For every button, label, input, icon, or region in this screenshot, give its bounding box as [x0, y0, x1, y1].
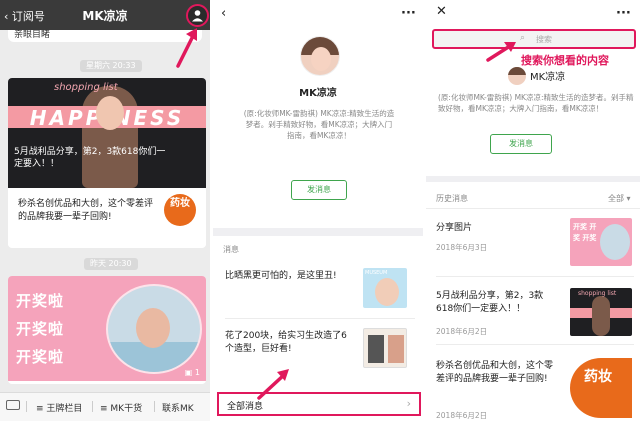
avatar — [300, 36, 340, 76]
chat-title: MK凉凉 — [82, 9, 128, 23]
article-subitem[interactable]: 秒杀名创优品和大创，这个零差评的品牌我要一辈子回购! 药妆 — [8, 190, 206, 246]
menu-bar: ≡ 王牌栏目 ≡ MK干货 联系MK — [0, 392, 210, 421]
history-title: 秒杀名创优品和大创，这个零差评的品牌我要一辈子回购! — [436, 361, 554, 384]
send-message-button[interactable]: 发消息 — [291, 180, 347, 200]
message-title: 花了200块，给实习生改造了6个造型，巨好看! — [225, 331, 347, 354]
search-icon: ⌕ — [520, 33, 526, 43]
more-icon[interactable]: ··· — [616, 6, 631, 21]
search-placeholder: 搜索 — [536, 35, 552, 44]
profile-panel: ‹ ··· MK凉凉 (原:化妆师MK-雷韵祺) MK凉凉:精致生活的造梦者。剁… — [213, 0, 423, 421]
search-input[interactable]: ⌕ 搜索 — [432, 29, 636, 49]
person-icon — [192, 10, 203, 22]
thumb-text: 药妆 — [584, 369, 612, 385]
menu-item-label: 王牌栏目 — [46, 404, 83, 414]
annotation-text: 搜索你想看的内容 — [521, 54, 609, 67]
thumb-text: shopping list — [578, 290, 617, 297]
divider — [26, 401, 27, 412]
cover-face — [96, 96, 124, 130]
cover-line: 开奖啦 — [16, 320, 65, 338]
divider — [92, 401, 93, 412]
photo-child — [136, 308, 170, 348]
thumb-photo — [600, 224, 630, 260]
cover-photo — [106, 284, 202, 374]
cover-line: 开奖啦 — [16, 292, 65, 310]
history-title: 分享图片 — [436, 223, 473, 233]
filter-label: 全部 — [608, 194, 624, 203]
annotation-arrow-icon — [257, 369, 289, 400]
message-thumbnail — [363, 328, 407, 368]
timestamp: 星期六 20:33 — [80, 60, 142, 72]
menu-item-mk-ganhuo[interactable]: ≡ MK干货 — [100, 401, 142, 414]
divider — [154, 401, 155, 412]
back-chevron-icon[interactable]: ‹ — [221, 6, 226, 21]
chevron-right-icon: › — [406, 397, 411, 410]
article-subitem-thumb: 药妆 — [164, 194, 196, 226]
avatar-hair — [508, 67, 526, 75]
divider — [225, 318, 415, 319]
divider — [213, 228, 423, 236]
history-date: 2018年6月3日 — [436, 243, 488, 252]
divider — [436, 276, 634, 277]
close-icon[interactable]: ✕ — [436, 4, 447, 19]
send-message-button[interactable]: 发消息 — [490, 134, 552, 154]
thumb-text: 开奖 开奖 开奖 — [573, 223, 597, 242]
avatar — [508, 67, 526, 85]
thumb-face — [375, 278, 399, 306]
history-panel: ✕ ··· ⌕ 搜索 搜索你想看的内容 MK凉凉 (原:化妆师MK-雷韵祺) M… — [426, 0, 640, 421]
article-cover[interactable]: HAPPINESS shopping list 5月战利品分享，第2，3款618… — [8, 78, 206, 188]
cover-line: 开奖啦 — [16, 348, 65, 366]
history-thumbnail: shopping list — [570, 288, 632, 336]
history-date: 2018年6月2日 — [436, 411, 488, 420]
chat-panel: ‹ 订阅号 MK凉凉 亲眼目睹 星期六 20:33 HAPPINESS shop… — [0, 0, 210, 421]
account-description: (原:化妆师MK-雷韵祺) MK凉凉:精致生活的造梦者。剁手精致好物，看MK凉凉… — [243, 109, 395, 140]
menu-item-label: 联系MK — [162, 404, 194, 414]
menu-item-wangpai[interactable]: ≡ 王牌栏目 — [36, 401, 82, 414]
divider — [426, 208, 640, 209]
section-label: 消息 — [223, 245, 239, 254]
cover-top-text: shopping list — [54, 82, 118, 93]
account-description: (原:化妆师MK-雷韵祺) MK凉凉:精致生活的造梦者。剁手精致好物，看MK凉凉… — [438, 93, 634, 113]
history-label: 历史消息 — [436, 194, 468, 203]
article-card[interactable]: 开奖啦 开奖啦 开奖啦 ▣ 1 — [8, 276, 206, 384]
annotation-arrow-icon — [176, 28, 197, 68]
image-count: ▣ 1 — [184, 368, 200, 377]
more-icon[interactable]: ··· — [401, 6, 416, 21]
divider — [426, 176, 640, 182]
filter-dropdown[interactable]: 全部 ▾ — [608, 193, 631, 204]
history-title: 5月战利品分享，第2，3款618你们一定要入！！ — [436, 291, 544, 314]
account-name: MK凉凉 — [530, 72, 566, 83]
thumb-figure — [368, 335, 384, 363]
history-thumbnail: 药妆 — [570, 358, 632, 418]
timestamp: 昨天 20:30 — [84, 258, 138, 270]
profile-button[interactable] — [186, 4, 209, 27]
menu-item-contact[interactable]: 联系MK — [162, 401, 194, 414]
image-count-value: 1 — [194, 368, 200, 377]
thumb-figure — [388, 335, 404, 363]
history-date: 2018年6月2日 — [436, 327, 488, 336]
annotation-arrow-icon — [486, 42, 516, 62]
message-title: 比晒黑更可怕的，是这里丑! — [225, 271, 337, 281]
message-thumbnail: MUSEUM — [363, 268, 407, 308]
thumb-text: MUSEUM — [365, 270, 388, 276]
divider — [436, 344, 634, 345]
article-cover[interactable]: 开奖啦 开奖啦 开奖啦 ▣ 1 — [8, 276, 206, 381]
keyboard-icon[interactable] — [6, 400, 20, 410]
article-subitem-title: 秒杀名创优品和大创，这个零差评的品牌我要一辈子回购! — [18, 199, 154, 222]
all-messages-button[interactable]: 全部消息 › — [217, 392, 421, 416]
history-thumbnail: 开奖 开奖 开奖 — [570, 218, 632, 266]
account-name: MK凉凉 — [299, 88, 337, 99]
article-title: 5月战利品分享，第2，3款618你们一定要入！！ — [14, 147, 166, 169]
thumb-figure — [592, 296, 610, 336]
menu-item-label: MK干货 — [110, 404, 143, 414]
chevron-down-icon: ▾ — [626, 194, 631, 203]
avatar-face — [311, 47, 331, 71]
article-card[interactable]: HAPPINESS shopping list 5月战利品分享，第2，3款618… — [8, 78, 206, 248]
